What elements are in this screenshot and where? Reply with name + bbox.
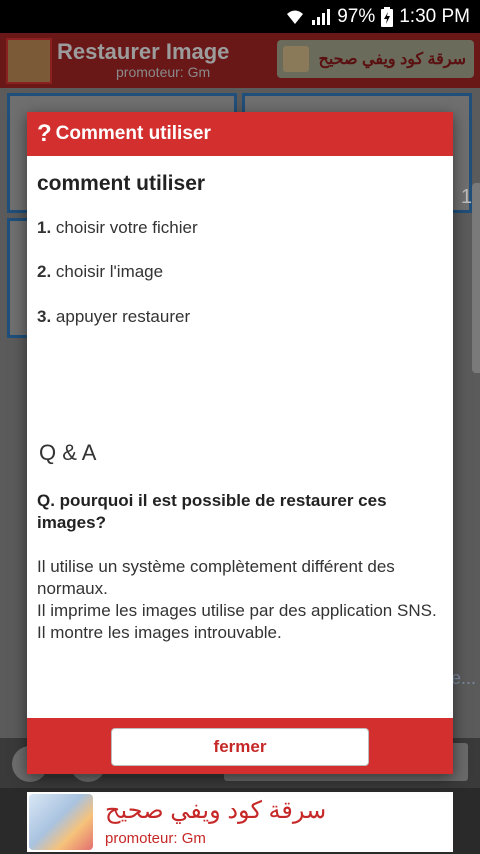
app-header: Restaurer Image promoteur: Gm سرقة كود و… xyxy=(0,33,480,88)
step-number: 2. xyxy=(37,262,52,281)
folder-count: 1 xyxy=(460,186,472,208)
answer-line: Il montre les images introuvable. xyxy=(37,623,282,642)
step-text: choisir votre fichier xyxy=(55,218,198,237)
ad-image xyxy=(29,794,93,850)
step-number: 1. xyxy=(37,218,52,237)
app-title: Restaurer Image xyxy=(57,39,230,64)
ad-thumbnail xyxy=(283,46,309,72)
qa-question: Q. pourquoi il est possible de restaurer… xyxy=(37,491,387,532)
header-ad-button[interactable]: سرقة كود ويفي صحيح xyxy=(277,40,474,78)
step-item: 2. choisir l'image xyxy=(37,262,163,282)
help-dialog: ? Comment utiliser comment utiliser 1. c… xyxy=(27,112,453,774)
question-icon: ? xyxy=(37,120,52,147)
step-item: 1. choisir votre fichier xyxy=(37,218,198,238)
step-item: 3. appuyer restaurer xyxy=(37,307,190,327)
wifi-icon xyxy=(285,8,305,26)
truncated-label: e... xyxy=(450,668,476,688)
dialog-body: comment utiliser 1. choisir votre fichie… xyxy=(27,156,453,718)
clock: 1:30 PM xyxy=(399,5,470,27)
signal-icon xyxy=(311,8,331,26)
ad-promoter: promoteur: Gm xyxy=(105,830,206,847)
status-bar: 97% 1:30 PM xyxy=(0,0,480,33)
answer-line: Il imprime les images utilise par des ap… xyxy=(37,601,437,620)
battery-percent: 97% xyxy=(337,5,376,27)
side-handle xyxy=(472,183,480,373)
step-text: choisir l'image xyxy=(55,262,164,281)
dialog-heading: comment utiliser xyxy=(37,172,206,195)
ad-card[interactable]: سرقة كود ويفي صحيح promoteur: Gm xyxy=(27,792,453,852)
dialog-header: ? Comment utiliser xyxy=(27,112,453,156)
step-text: appuyer restaurer xyxy=(55,307,191,326)
battery-icon xyxy=(381,6,394,27)
header-ad-label: سرقة كود ويفي صحيح xyxy=(318,51,466,68)
answer-line: Il utilise un système complètement diffé… xyxy=(37,557,395,598)
qa-title: Q & A xyxy=(39,440,97,465)
app-promoter: promoteur: Gm xyxy=(116,64,211,80)
close-button[interactable]: fermer xyxy=(111,728,369,766)
ad-title: سرقة كود ويفي صحيح xyxy=(105,797,327,824)
dialog-footer: fermer xyxy=(27,718,453,774)
dialog-title: Comment utiliser xyxy=(55,123,211,144)
ad-banner: سرقة كود ويفي صحيح promoteur: Gm xyxy=(0,788,480,854)
app-logo xyxy=(6,38,52,84)
qa-answer: Il utilise un système complètement diffé… xyxy=(37,556,447,644)
step-number: 3. xyxy=(37,307,52,326)
